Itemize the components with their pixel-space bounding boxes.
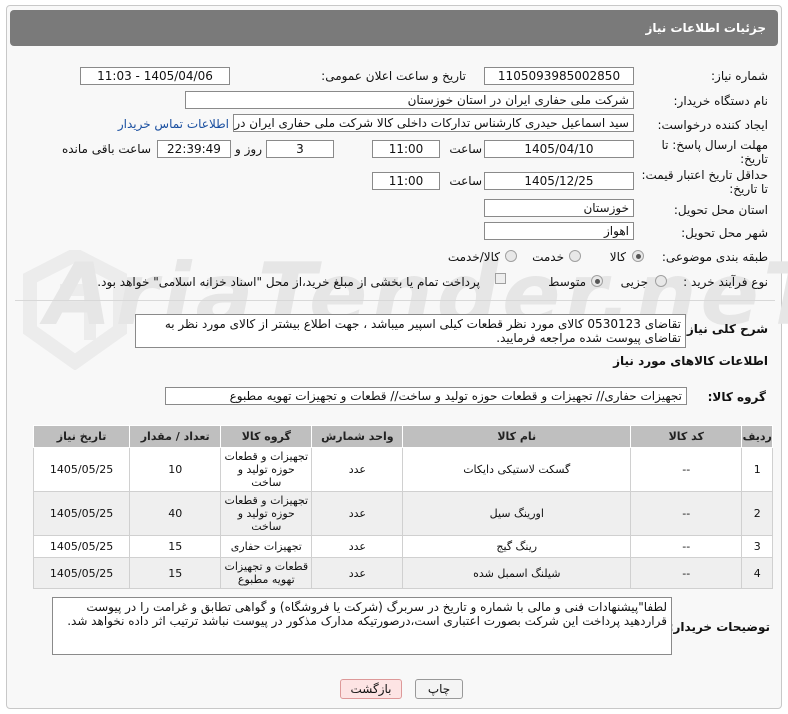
cell-row: 2 (741, 491, 773, 536)
category-service-label: خدمت (532, 250, 564, 264)
cell-code: -- (630, 447, 743, 492)
goods-group-label: گروه کالا: (707, 390, 766, 404)
process-label: نوع فرآیند خرید : (683, 275, 768, 289)
category-service-radio[interactable] (569, 250, 581, 262)
cell-unit: عدد (311, 535, 404, 558)
cell-row: 4 (741, 557, 773, 589)
cell-date: 1405/05/25 (32, 447, 131, 492)
divider (15, 300, 775, 301)
days-word: روز و (235, 142, 262, 156)
creator-field[interactable]: سید اسماعیل حیدری کارشناس تدارکات داخلی … (233, 114, 634, 132)
buyer-notes-label: توضیحات خریدار: (668, 620, 770, 634)
buyer-contact-link[interactable]: اطلاعات تماس خریدار (118, 117, 229, 131)
payment-note: پرداخت تمام یا بخشی از مبلغ خرید،از محل … (97, 275, 480, 289)
deadline-label: مهلت ارسال پاسخ: تا (661, 138, 768, 152)
city-field[interactable]: اهواز (484, 222, 634, 240)
treasury-checkbox[interactable] (495, 273, 506, 284)
remaining-word: ساعت باقی مانده (61, 142, 151, 156)
deadline-time-word: ساعت (449, 142, 482, 156)
cell-name: شیلنگ اسمبل شده (402, 557, 632, 589)
min-validity-date-label: تا تاریخ: (729, 182, 768, 196)
cell-unit: عدد (311, 447, 404, 492)
cell-group: قطعات و تجهیزات تهویه مطبوع (220, 557, 313, 589)
category-goods-radio[interactable] (632, 250, 644, 262)
category-both-radio[interactable] (505, 250, 517, 262)
col-name: نام کالا (402, 425, 632, 448)
table-header-row: ردیف کد کالا نام کالا واحد شمارش گروه کا… (32, 425, 773, 448)
cell-date: 1405/05/25 (32, 491, 131, 536)
process-partial-radio[interactable] (655, 275, 667, 287)
cell-name: رینگ گیج (402, 535, 632, 558)
deadline-time-field[interactable]: 11:00 (372, 140, 440, 158)
col-date: تاریخ نیاز (32, 425, 131, 448)
process-medium-radio[interactable] (591, 275, 603, 287)
cell-row: 3 (741, 535, 773, 558)
cell-date: 1405/05/25 (32, 557, 131, 589)
cell-group: تجهیزات حفاری (220, 535, 313, 558)
table-row[interactable]: 3 -- رینگ گیج عدد تجهیزات حفاری 15 1405/… (32, 535, 773, 558)
goods-group-field[interactable]: تجهیزات حفاری// تجهیزات و قطعات حوزه تول… (165, 387, 687, 405)
buyer-label: نام دستگاه خریدار: (673, 94, 769, 108)
deadline-date-field[interactable]: 1405/04/10 (484, 140, 634, 158)
cell-qty: 15 (129, 557, 222, 589)
city-label: شهر محل تحویل: (681, 226, 768, 240)
cell-group: تجهیزات و قطعات حوزه تولید و ساخت (220, 447, 313, 492)
description-text[interactable]: تقاضای 0530123 کالای مورد نظر قطعات کیلی… (135, 314, 686, 348)
min-validity-label: حداقل تاریخ اعتبار قیمت: (641, 168, 768, 182)
cell-qty: 15 (129, 535, 222, 558)
page-title: جزئیات اطلاعات نیاز (645, 21, 766, 35)
need-number-label: شماره نیاز: (711, 69, 768, 83)
description-label: شرح کلی نیاز: (682, 322, 768, 336)
col-unit: واحد شمارش (311, 425, 404, 448)
col-code: کد کالا (630, 425, 743, 448)
col-qty: تعداد / مقدار (129, 425, 222, 448)
cell-date: 1405/05/25 (32, 535, 131, 558)
table-row[interactable]: 4 -- شیلنگ اسمبل شده عدد قطعات و تجهیزات… (32, 557, 773, 589)
cell-code: -- (630, 491, 743, 536)
min-validity-time-field[interactable]: 11:00 (372, 172, 440, 190)
announce-label: تاریخ و ساعت اعلان عمومی: (321, 69, 466, 83)
cell-code: -- (630, 557, 743, 589)
table-row[interactable]: 1 -- گسکت لاستیکی دایکات عدد تجهیزات و ق… (32, 447, 773, 492)
creator-label: ایجاد کننده درخواست: (657, 118, 768, 132)
min-validity-date-field[interactable]: 1405/12/25 (484, 172, 634, 190)
cell-name: گسکت لاستیکی دایکات (402, 447, 632, 492)
category-goods-label: کالا (609, 250, 626, 264)
cell-unit: عدد (311, 557, 404, 589)
buyer-field[interactable]: شرکت ملی حفاری ایران در استان خوزستان (185, 91, 634, 109)
category-both-label: کالا/خدمت (447, 250, 500, 264)
table-row[interactable]: 2 -- اورینگ سیل عدد تجهیزات و قطعات حوزه… (32, 491, 773, 536)
cell-qty: 10 (129, 447, 222, 492)
remaining-time-field[interactable]: 22:39:49 (157, 140, 231, 158)
cell-group: تجهیزات و قطعات حوزه تولید و ساخت (220, 491, 313, 536)
col-row: ردیف (741, 425, 773, 448)
announce-field[interactable]: 1405/04/06 - 11:03 (80, 67, 230, 85)
cell-qty: 40 (129, 491, 222, 536)
cell-code: -- (630, 535, 743, 558)
process-medium-label: متوسط (548, 275, 586, 289)
col-group: گروه کالا (220, 425, 313, 448)
days-remaining-field[interactable]: 3 (266, 140, 334, 158)
deadline-date-label: تاریخ: (740, 152, 768, 166)
category-label: طبقه بندی موضوعی: (661, 250, 768, 264)
cell-name: اورینگ سیل (402, 491, 632, 536)
province-label: استان محل تحویل: (673, 203, 768, 217)
buyer-notes-text[interactable]: لطفا"پیشنهادات فنی و مالی با شماره و تار… (52, 597, 672, 655)
items-table: ردیف کد کالا نام کالا واحد شمارش گروه کا… (32, 425, 773, 589)
province-field[interactable]: خوزستان (484, 199, 634, 217)
cell-row: 1 (741, 447, 773, 492)
print-button[interactable]: چاپ (415, 679, 463, 699)
back-button[interactable]: بازگشت (340, 679, 402, 699)
page-header: جزئیات اطلاعات نیاز (10, 10, 778, 46)
process-partial-label: جزیی (620, 275, 648, 289)
need-number-field[interactable]: 1105093985002850 (484, 67, 634, 85)
min-validity-time-word: ساعت (449, 174, 482, 188)
items-section-title: اطلاعات کالاهای مورد نیاز (613, 354, 768, 368)
cell-unit: عدد (311, 491, 404, 536)
